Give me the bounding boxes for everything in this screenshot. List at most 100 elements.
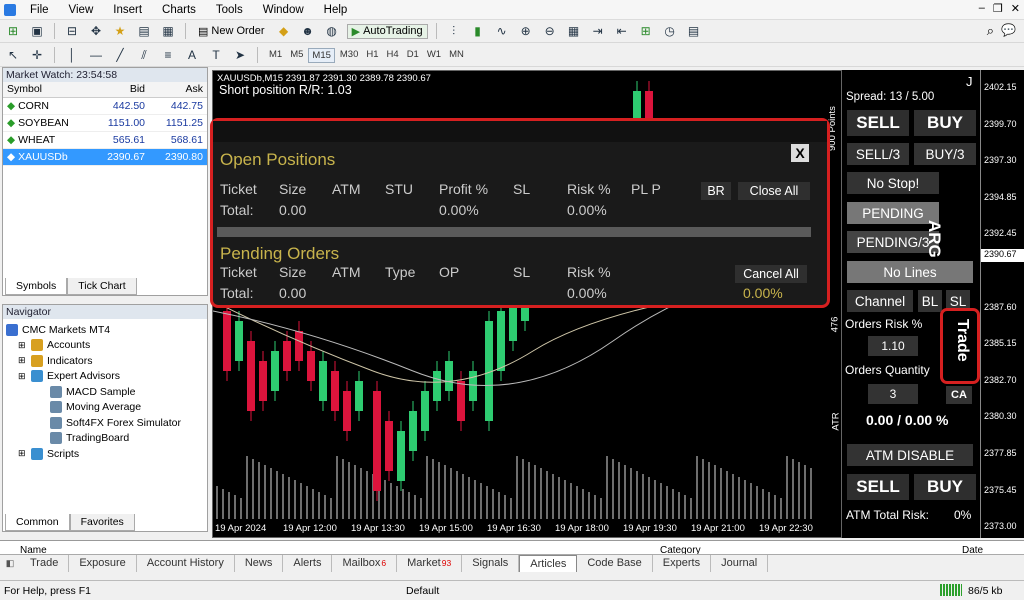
ca-button[interactable]: CA	[946, 386, 972, 404]
candlestick-icon[interactable]: ▮	[469, 22, 487, 40]
timeframe-w1[interactable]: W1	[424, 48, 444, 63]
close-icon[interactable]: ✕	[1011, 2, 1020, 15]
tab-favorites[interactable]: Favorites	[69, 514, 135, 531]
templates-icon[interactable]: ▤	[685, 22, 703, 40]
trade-highlight[interactable]: Trade	[940, 308, 980, 384]
sell-button[interactable]: SELL	[847, 110, 909, 136]
buy-third-button[interactable]: BUY/3	[914, 143, 976, 165]
nav-item-accounts[interactable]: ⊞ Accounts	[6, 338, 204, 354]
nav-item-macd-sample[interactable]: MACD Sample	[6, 384, 204, 400]
periods-icon[interactable]: ◷	[661, 22, 679, 40]
nav-item-scripts[interactable]: ⊞ Scripts	[6, 446, 204, 462]
strategy-tester-icon[interactable]: ▦	[159, 22, 177, 40]
text-icon[interactable]: A	[183, 46, 201, 64]
timeframe-h4[interactable]: H4	[384, 48, 402, 63]
terminal-tab-account-history[interactable]: Account History	[137, 555, 235, 572]
br-button[interactable]: BR	[701, 182, 731, 200]
arrows-icon[interactable]: ➤	[231, 46, 249, 64]
risk-input[interactable]: 1.10	[868, 336, 918, 356]
menu-window[interactable]: Window	[253, 4, 314, 16]
close-dashboard-button[interactable]: X	[791, 144, 809, 162]
fibonacci-icon[interactable]: ≡	[159, 46, 177, 64]
profiles-icon[interactable]: ▣	[28, 22, 46, 40]
mw-col-ask[interactable]: Ask	[149, 82, 207, 98]
vertical-line-icon[interactable]: │	[63, 46, 81, 64]
nav-item-moving-average[interactable]: Moving Average	[6, 400, 204, 416]
chat-icon[interactable]: 💬	[1001, 23, 1016, 37]
horizontal-line-icon[interactable]: —	[87, 46, 105, 64]
channel-button[interactable]: Channel	[847, 290, 913, 312]
quantity-input[interactable]: 3	[868, 384, 918, 404]
nav-item-indicators[interactable]: ⊞ Indicators	[6, 353, 204, 369]
menu-insert[interactable]: Insert	[103, 4, 152, 16]
menu-tools[interactable]: Tools	[206, 4, 253, 16]
terminal-tab-experts[interactable]: Experts	[653, 555, 712, 572]
menu-view[interactable]: View	[59, 4, 104, 16]
nav-item-expert-advisors[interactable]: ⊞ Expert Advisors	[6, 369, 204, 385]
terminal-tab-news[interactable]: News	[235, 555, 284, 572]
timeframe-mn[interactable]: MN	[446, 48, 467, 63]
cancel-all-button[interactable]: Cancel All	[735, 265, 807, 283]
new-order-button[interactable]: ▤ New Order	[194, 25, 269, 38]
search-icon[interactable]: ⌕	[987, 23, 994, 39]
expand-icon[interactable]: ⊞	[18, 371, 27, 382]
line-chart-icon[interactable]: ∿	[493, 22, 511, 40]
tab-tick-chart[interactable]: Tick Chart	[67, 278, 137, 295]
restore-icon[interactable]: ❐	[993, 2, 1003, 15]
terminal-tab-alerts[interactable]: Alerts	[283, 555, 333, 572]
terminal-tab-exposure[interactable]: Exposure	[69, 555, 137, 572]
menu-file[interactable]: File	[20, 4, 59, 16]
label-icon[interactable]: T	[207, 46, 225, 64]
close-all-button[interactable]: Close All	[738, 182, 810, 200]
timeframe-m5[interactable]: M5	[287, 48, 306, 63]
trendline-icon[interactable]: ╱	[111, 46, 129, 64]
channel-icon[interactable]: ⫽	[135, 46, 153, 64]
terminal-tab-market[interactable]: Market93	[397, 555, 463, 572]
meta-editor-icon[interactable]: ◆	[275, 22, 293, 40]
timeframe-m1[interactable]: M1	[266, 48, 285, 63]
indicators-icon[interactable]: ⊞	[637, 22, 655, 40]
nav-item-soft4fx-forex-simulator[interactable]: Soft4FX Forex Simulator	[6, 415, 204, 431]
timeframe-m30[interactable]: M30	[337, 48, 361, 63]
zoom-out-icon[interactable]: ⊖	[541, 22, 559, 40]
market-watch-row[interactable]: ◆ WHEAT 565.61 568.61	[3, 131, 207, 149]
bl-button[interactable]: BL	[918, 290, 942, 312]
new-chart-icon[interactable]: ⊞	[4, 22, 22, 40]
bar-chart-icon[interactable]: ⫶	[445, 22, 463, 40]
autotrading-button[interactable]: ▶ AutoTrading	[346, 23, 428, 39]
tile-windows-icon[interactable]: ▦	[565, 22, 583, 40]
expand-icon[interactable]: ⊞	[18, 355, 27, 366]
terminal-tab-trade[interactable]: Trade	[20, 555, 70, 572]
expand-icon[interactable]: ⊞	[18, 448, 27, 459]
atm-disable-button[interactable]: ATM DISABLE	[847, 444, 973, 466]
buy-button[interactable]: BUY	[914, 110, 976, 136]
no-stop-button[interactable]: No Stop!	[847, 172, 939, 194]
timeframe-m15[interactable]: M15	[308, 47, 335, 63]
market-watch-row[interactable]: ◆ SOYBEAN 1151.00 1151.25	[3, 114, 207, 132]
menu-charts[interactable]: Charts	[152, 4, 206, 16]
market-watch-row[interactable]: ◆ XAUUSDb 2390.67 2390.80	[3, 148, 207, 166]
zoom-in-icon[interactable]: ⊕	[517, 22, 535, 40]
cursor-icon[interactable]: ↖	[4, 46, 22, 64]
market-watch-icon[interactable]: ⊟	[63, 22, 81, 40]
terminal-icon[interactable]: ▤	[135, 22, 153, 40]
sell-third-button[interactable]: SELL/3	[847, 143, 909, 165]
auto-scroll-icon[interactable]: ⇥	[589, 22, 607, 40]
tab-symbols[interactable]: Symbols	[5, 278, 68, 295]
timeframe-h1[interactable]: H1	[363, 48, 381, 63]
navigator-icon[interactable]: ★	[111, 22, 129, 40]
crosshair-icon[interactable]: ✛	[28, 46, 46, 64]
sell-button-lower[interactable]: SELL	[847, 474, 909, 500]
terminal-tab-articles[interactable]: Articles	[519, 555, 578, 572]
expand-icon[interactable]: ⊞	[18, 340, 27, 351]
buy-button-lower[interactable]: BUY	[914, 474, 976, 500]
nav-root[interactable]: CMC Markets MT4	[6, 322, 204, 338]
minimize-icon[interactable]: –	[979, 2, 985, 15]
market-icon[interactable]: ◍	[323, 22, 341, 40]
mw-col-symbol[interactable]: Symbol	[3, 82, 92, 98]
terminal-tab-signals[interactable]: Signals	[462, 555, 520, 572]
timeframe-d1[interactable]: D1	[404, 48, 422, 63]
chart-shift-icon[interactable]: ⇤	[613, 22, 631, 40]
data-window-icon[interactable]: ✥	[87, 22, 105, 40]
mw-col-bid[interactable]: Bid	[91, 82, 150, 98]
